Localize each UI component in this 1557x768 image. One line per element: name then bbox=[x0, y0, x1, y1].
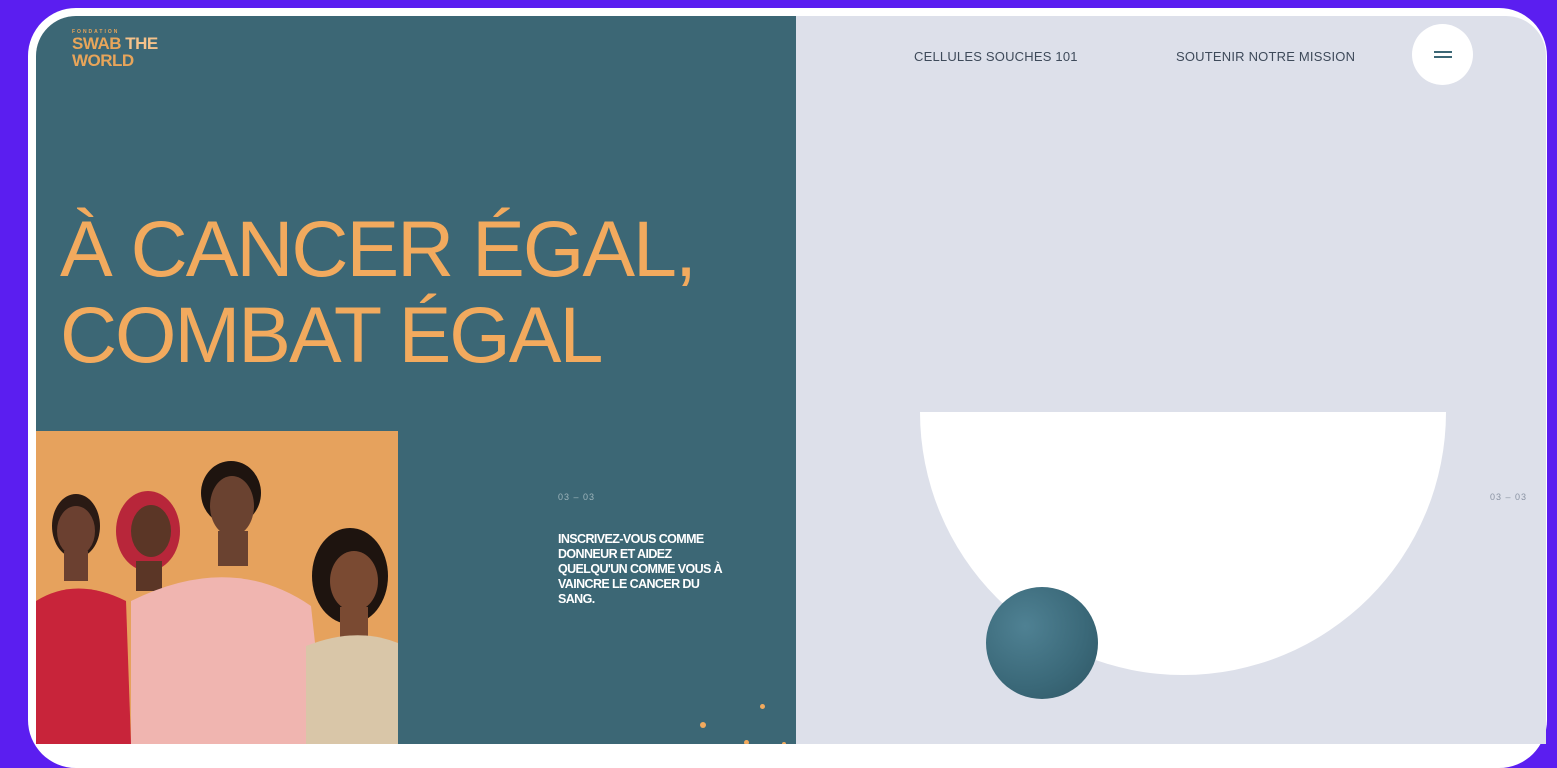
logo-line-1: SWAB THE bbox=[72, 34, 158, 53]
decor-dot bbox=[744, 740, 749, 744]
decor-dot bbox=[700, 722, 706, 728]
nav-link-cellules-souches[interactable]: CELLULES SOUCHES 101 bbox=[914, 49, 1078, 64]
menu-button[interactable] bbox=[1412, 24, 1473, 85]
slide-description: INSCRIVEZ-VOUS COMME DONNEUR ET AIDEZ QU… bbox=[558, 532, 723, 606]
headline-line-1: À CANCER ÉGAL, bbox=[60, 204, 697, 293]
page-canvas: FONDATION SWAB THE WORLD À CANCER ÉGAL, … bbox=[36, 16, 1546, 744]
slide-counter: 03 – 03 bbox=[558, 492, 596, 502]
logo-line-2: WORLD bbox=[72, 51, 134, 70]
decor-sphere bbox=[986, 587, 1098, 699]
headline-line-2: COMBAT ÉGAL bbox=[60, 290, 603, 379]
brand-logo[interactable]: FONDATION SWAB THE WORLD bbox=[72, 30, 158, 70]
hero-left-panel: FONDATION SWAB THE WORLD À CANCER ÉGAL, … bbox=[36, 16, 796, 744]
nav-link-soutenir-mission[interactable]: SOUTENIR NOTRE MISSION bbox=[1176, 49, 1355, 64]
slide-counter-right: 03 – 03 bbox=[1490, 492, 1528, 502]
decor-dot bbox=[760, 704, 765, 709]
people-illustration bbox=[36, 461, 398, 744]
hamburger-icon-line bbox=[1434, 56, 1452, 58]
hamburger-icon bbox=[1434, 51, 1452, 53]
hero-photo bbox=[36, 431, 398, 744]
hero-headline: À CANCER ÉGAL, COMBAT ÉGAL bbox=[60, 204, 697, 379]
